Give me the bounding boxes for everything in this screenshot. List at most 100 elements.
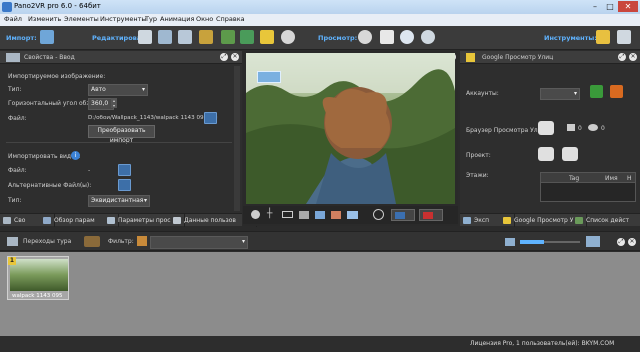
filter-select[interactable]: ▾	[150, 236, 248, 249]
color-picker-red[interactable]	[419, 209, 443, 221]
tour-float-icon[interactable]: ⤢	[617, 238, 625, 246]
viewer-toolbar: ┼	[243, 206, 458, 224]
eye-icon[interactable]	[421, 30, 435, 44]
thumbnail-image	[10, 259, 68, 291]
street-view-title: Google Просмотр Улиц	[482, 54, 554, 61]
video-folder-icon[interactable]	[118, 164, 131, 176]
sv-close-icon[interactable]: ✕	[629, 53, 637, 61]
film-reel-icon[interactable]	[281, 30, 295, 44]
tour-icon	[7, 237, 18, 246]
list-icon[interactable]	[299, 211, 309, 219]
import-icon[interactable]	[40, 30, 54, 44]
app-icon	[2, 2, 12, 12]
grid-icon[interactable]	[282, 211, 293, 218]
camera-icon	[567, 124, 575, 131]
close-panel-icon[interactable]: ✕	[231, 53, 239, 61]
cloud-upload-icon[interactable]	[538, 147, 554, 161]
street-view-panel: Google Просмотр Улиц ⤢ ✕ Аккаунты: ▾ Бра…	[460, 51, 640, 213]
thumbnail-size-slider[interactable]	[520, 240, 580, 244]
menu-edit[interactable]: Изменить	[28, 15, 61, 23]
user-data-icon[interactable]	[158, 30, 172, 44]
floors-table-header: Tag Имя Н	[541, 173, 635, 183]
float-panel-icon[interactable]: ⤢	[220, 53, 228, 61]
preview-clock-icon[interactable]	[400, 30, 414, 44]
user-dropdown-icon[interactable]	[84, 236, 100, 247]
file-path: D:/обои/Wallpack_1143/walpack 1143 095.j…	[88, 115, 218, 121]
panorama-thumbnail[interactable]: 1 walpack 1143 095	[7, 256, 69, 300]
street-view-tab-icon	[503, 217, 511, 224]
menu-bar: Файл Изменить Элементы Инструменты Тур А…	[0, 14, 640, 26]
tour-browser-area: 1 walpack 1143 095	[0, 252, 640, 336]
tab-action-list[interactable]: Список дейст	[572, 214, 640, 227]
properties-tab-icon	[3, 217, 11, 224]
tools-label: Инструменты:	[544, 34, 597, 42]
maximize-button[interactable]: □	[603, 1, 617, 12]
action-list-tab-icon	[575, 217, 583, 224]
menu-help[interactable]: Справка	[216, 15, 245, 23]
skin-icon[interactable]	[221, 30, 235, 44]
video-type-label: Тип:	[8, 197, 22, 204]
hfov-spinner[interactable]: ▴ ▾	[111, 98, 117, 108]
star-tool-icon[interactable]	[596, 30, 610, 44]
crosshair-icon[interactable]: ┼	[267, 210, 276, 219]
menu-tools[interactable]: Инструменты	[100, 15, 147, 23]
thumb-large-icon[interactable]	[586, 236, 600, 247]
alt-files-label: Альтернативные Файл(ы):	[8, 182, 92, 189]
accounts-label: Аккаунты:	[466, 90, 499, 97]
license-status: Лицензия Pro, 1 пользователь(ей): BKYM.C…	[470, 340, 615, 347]
hotspot-icon[interactable]	[257, 71, 281, 83]
sv-float-icon[interactable]: ⤢	[618, 53, 626, 61]
google-maps-icon[interactable]	[260, 30, 274, 44]
main-toolbar: Импорт: Редактировать: Просмотр: Инструм…	[0, 26, 640, 50]
filter-pencil-icon[interactable]	[137, 236, 147, 246]
properties-scrollbar[interactable]	[234, 66, 240, 211]
info-icon[interactable]: i	[71, 151, 80, 160]
type-select[interactable]: Авто ▾	[88, 84, 148, 96]
minimize-button[interactable]: –	[588, 1, 602, 12]
menu-animation[interactable]: Анимация	[160, 15, 194, 23]
view-label: Просмотр:	[318, 34, 358, 42]
import-label: Импорт:	[6, 34, 37, 42]
hand-icon[interactable]	[331, 211, 341, 219]
map-icon[interactable]	[347, 211, 358, 219]
col-tag: Tag	[569, 175, 580, 182]
menu-elements[interactable]: Элементы	[64, 15, 99, 23]
animation-icon[interactable]	[240, 30, 254, 44]
thumbnail-badge: 1	[8, 257, 16, 265]
convert-import-button[interactable]: Преобразовать импорт	[88, 125, 155, 144]
menu-file[interactable]: Файл	[4, 15, 22, 23]
cloud-download-icon[interactable]	[538, 121, 554, 135]
video-file-label: Файл:	[8, 167, 27, 174]
tools-gear-icon[interactable]	[617, 30, 631, 44]
filter-label: Фильтр:	[108, 238, 134, 245]
properties-header: Свойства - Ввод ⤢ ✕	[0, 51, 242, 64]
tour-close-icon[interactable]: ✕	[628, 238, 636, 246]
image-section-label: Импортируемое изображение:	[8, 73, 106, 80]
menu-tour[interactable]: Тур	[145, 15, 157, 23]
views-eye-icon	[588, 124, 598, 131]
browser-label: Браузер Просмотра Улиц:	[466, 127, 548, 134]
cloud-refresh-icon[interactable]	[562, 147, 578, 161]
compass-icon[interactable]	[251, 210, 260, 219]
type-label: Тип:	[8, 86, 22, 93]
tour-map-icon[interactable]	[199, 30, 213, 44]
close-button[interactable]: ✕	[618, 1, 638, 12]
thumb-small-icon[interactable]	[505, 238, 515, 246]
shield-icon[interactable]	[590, 85, 603, 98]
folder-browse-icon[interactable]	[204, 112, 217, 124]
target-icon[interactable]	[373, 209, 384, 220]
clipboard-icon[interactable]	[380, 30, 394, 44]
alt-files-folder-icon[interactable]	[118, 179, 131, 191]
menu-window[interactable]: Окно	[196, 15, 213, 23]
settings-icon[interactable]	[610, 85, 623, 98]
video-type-select[interactable]: Эквидистантная ▾	[88, 195, 150, 207]
project-label: Проект:	[466, 152, 491, 159]
user-data-tab-icon	[173, 217, 181, 224]
color-picker-blue[interactable]	[391, 209, 415, 221]
patch-icon[interactable]	[178, 30, 192, 44]
viewing-params-icon[interactable]	[138, 30, 152, 44]
status-bar: Лицензия Pro, 1 пользователь(ей): BKYM.C…	[0, 336, 640, 352]
accounts-select[interactable]: ▾	[540, 88, 580, 100]
filter-icon[interactable]	[315, 211, 325, 219]
binoculars-icon[interactable]	[358, 30, 372, 44]
